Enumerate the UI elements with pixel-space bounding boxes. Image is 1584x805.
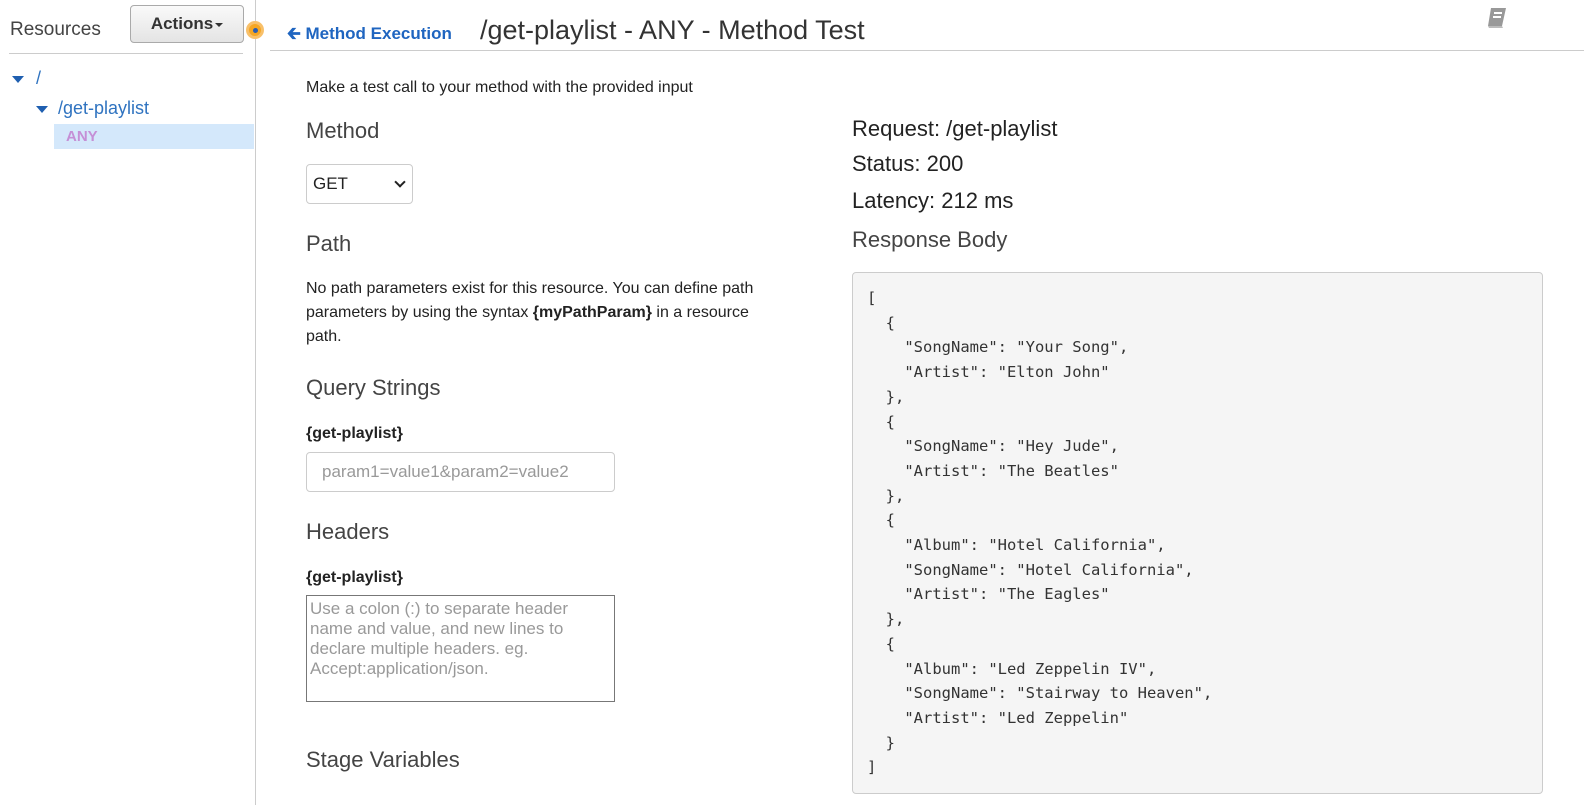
response-body-json: [ { "SongName": "Your Song", "Artist": "… [867,289,1213,777]
headers-textarea[interactable]: Use a colon (:) to separate header name … [306,595,615,702]
resources-title: Resources [10,19,101,40]
book-icon[interactable] [1486,7,1508,29]
method-heading: Method [306,118,380,143]
divider [270,50,1584,51]
tree-item-any[interactable]: ANY [54,124,254,149]
caret-down-icon [215,22,224,27]
headers-label: {get-playlist} [306,569,403,586]
caret-down-icon [36,105,48,113]
caret-down-icon [12,75,24,83]
arrow-left-icon: 🡰 [287,24,306,43]
chevron-down-icon [394,176,406,188]
response-body: [ { "SongName": "Your Song", "Artist": "… [852,272,1543,794]
response-body-heading: Response Body [852,227,1008,252]
stage-variables-heading: Stage Variables [306,747,460,772]
request-text: Request: /get-playlist [852,116,1058,141]
back-to-method-execution-link[interactable]: 🡰 Method Execution [287,21,452,50]
query-label: {get-playlist} [306,425,403,442]
query-strings-heading: Query Strings [306,375,441,400]
latency-text: Latency: 212 ms [852,188,1014,213]
divider [9,53,243,54]
back-label: Method Execution [305,24,452,43]
query-strings-input[interactable]: param1=value1&param2=value2 [306,452,615,492]
page-title: /get-playlist - ANY - Method Test [480,15,865,45]
intro-text: Make a test call to your method with the… [306,79,693,96]
actions-label: Actions [150,14,214,33]
path-description: No path parameters exist for this resour… [306,280,754,345]
tree-item-get-playlist[interactable]: /get-playlist [36,98,149,119]
status-text: Status: 200 [852,151,964,176]
method-select[interactable]: GET [306,164,413,204]
headers-heading: Headers [306,519,390,544]
actions-button[interactable]: Actions [130,5,244,43]
tree-item-root[interactable]: / [12,68,41,89]
resize-handle[interactable] [246,21,264,39]
method-value: GET [313,174,348,193]
resources-sidebar: Resources Actions / /get-playlist ANY [0,0,256,805]
path-heading: Path [306,231,352,256]
tree-label: /get-playlist [58,98,150,118]
tree-label: / [36,68,42,88]
